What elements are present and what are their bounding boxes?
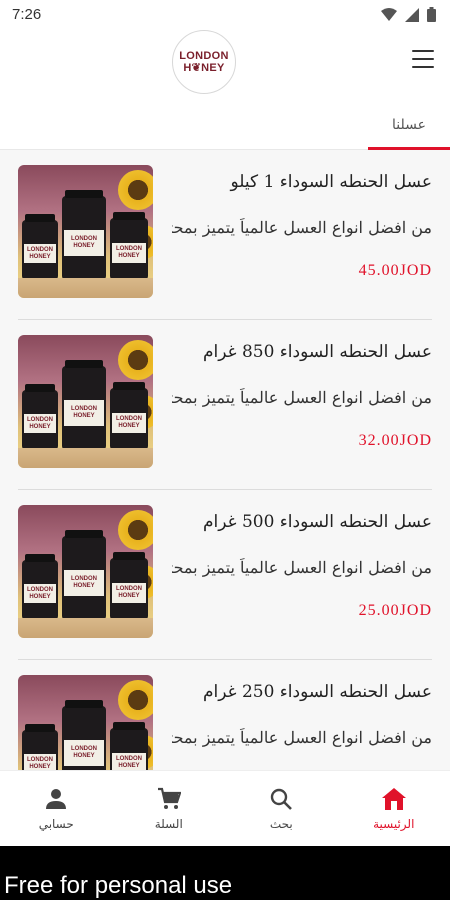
wifi-icon (381, 7, 397, 21)
cart-icon (157, 787, 181, 809)
product-price: 25.00JOD (358, 602, 432, 619)
status-time: 7:26 (12, 6, 42, 23)
product-title[interactable]: عسل الحنطه السوداء 1 كيلو (172, 172, 432, 192)
product-title[interactable]: عسل الحنطه السوداء 250 غرام (172, 682, 432, 702)
tab-our-honey[interactable]: عسلنا (368, 102, 450, 150)
status-bar: 7:26 (0, 0, 450, 30)
product-image[interactable]: LONDON HONEY LONDON HONEY LONDON HONEY (18, 335, 153, 468)
status-icons (381, 7, 436, 22)
product-image[interactable]: LONDON HONEY LONDON HONEY LONDON HONEY (18, 505, 153, 638)
product-card[interactable]: LONDON HONEY LONDON HONEY LONDON HONEY عسل … (18, 150, 432, 320)
product-title[interactable]: عسل الحنطه السوداء 500 غرام (172, 512, 432, 532)
product-description: من افضل انواع العسل عالمياً يتميز بمحتوا… (172, 728, 432, 747)
bottom-navigation: حسابي السلة بحث الرئيسية (0, 770, 450, 846)
nav-cart-label: السلة (154, 816, 183, 831)
hamburger-menu-icon[interactable] (412, 50, 434, 68)
logo-text-top: LONDON (179, 50, 229, 62)
category-tabs: عسلنا (0, 102, 450, 150)
product-card[interactable]: LONDON HONEY LONDON HONEY LONDON HONEY عسل … (18, 490, 432, 660)
watermark-text: Free for personal use (4, 872, 233, 899)
product-description: من افضل انواع العسل عالمياً يتميز بمحتوا… (172, 558, 432, 577)
person-icon (46, 788, 67, 809)
search-icon (271, 788, 293, 810)
home-icon (381, 787, 406, 810)
product-card[interactable]: LONDON HONEY LONDON HONEY LONDON HONEY عسل … (18, 320, 432, 490)
nav-search-label: بحث (269, 816, 293, 831)
product-price: 32.00JOD (358, 432, 432, 449)
nav-home-label: الرئيسية (373, 816, 415, 831)
nav-account-label: حسابي (38, 816, 74, 831)
signal-icon (405, 7, 419, 22)
london-honey-logo[interactable]: LONDON H❦NEY (172, 30, 236, 94)
product-price: 45.00JOD (358, 262, 432, 279)
nav-home[interactable]: الرئيسية (338, 771, 450, 846)
nav-account[interactable]: حسابي (0, 771, 113, 846)
logo-text-bottom: H❦NEY (183, 62, 225, 74)
product-card[interactable]: LONDON HONEY LONDON HONEY LONDON HONEY عسل … (18, 660, 432, 770)
product-description: من افضل انواع العسل عالمياً يتميز بمحتوا… (172, 388, 432, 407)
nav-search[interactable]: بحث (225, 771, 338, 846)
battery-icon (427, 7, 436, 22)
nav-cart[interactable]: السلة (113, 771, 226, 846)
app-header: LONDON H❦NEY (0, 30, 450, 102)
watermark-bar: Free for personal use (0, 846, 450, 900)
product-title[interactable]: عسل الحنطه السوداء 850 غرام (172, 342, 432, 362)
product-image[interactable]: LONDON HONEY LONDON HONEY LONDON HONEY (18, 165, 153, 298)
product-image[interactable]: LONDON HONEY LONDON HONEY LONDON HONEY (18, 675, 153, 770)
product-list[interactable]: LONDON HONEY LONDON HONEY LONDON HONEY عسل … (0, 150, 450, 770)
product-description: من افضل انواع العسل عالمياً يتميز بمحتوا… (172, 218, 432, 237)
